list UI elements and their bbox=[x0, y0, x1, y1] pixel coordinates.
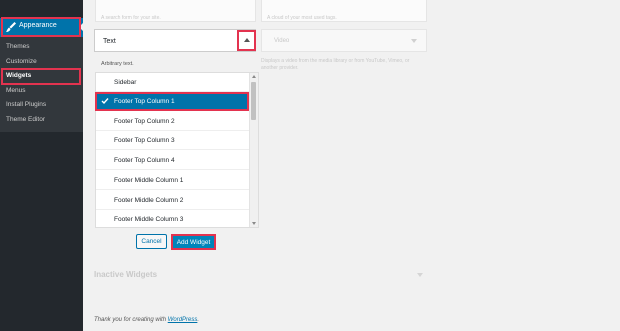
list-item-label: Sidebar bbox=[114, 79, 137, 86]
list-scrollbar[interactable] bbox=[249, 73, 258, 227]
caret-up-icon bbox=[244, 38, 250, 42]
submenu-item-theme-editor[interactable]: Theme Editor bbox=[6, 116, 45, 123]
list-item-label: Footer Middle Column 2 bbox=[114, 197, 184, 204]
list-item[interactable]: Footer Top Column 2 bbox=[96, 112, 250, 131]
caret-down-icon[interactable] bbox=[417, 273, 423, 277]
wordpress-link[interactable]: WordPress bbox=[168, 317, 198, 323]
text-widget-title: Text bbox=[103, 38, 116, 45]
list-item-label: Footer Middle Column 3 bbox=[114, 216, 184, 223]
list-item[interactable]: Footer Top Column 4 bbox=[96, 151, 250, 170]
selected-item-highlight bbox=[95, 92, 249, 111]
text-widget-header[interactable]: Text bbox=[94, 29, 256, 52]
inactive-widgets-title[interactable]: Inactive Widgets bbox=[94, 270, 157, 279]
list-item-label: Footer Top Column 3 bbox=[114, 137, 175, 144]
list-item[interactable]: Sidebar bbox=[96, 73, 250, 92]
video-widget-title: Video bbox=[274, 38, 290, 44]
list-item-label: Footer Top Column 2 bbox=[114, 118, 175, 125]
text-widget-description: Arbitrary text. bbox=[101, 61, 134, 67]
footer-suffix: . bbox=[197, 317, 200, 323]
list-item[interactable]: Footer Top Column 3 bbox=[96, 131, 250, 150]
add-widget-button[interactable]: Add Widget bbox=[171, 234, 216, 250]
widget-toggle-button[interactable] bbox=[237, 30, 256, 51]
list-item-label: Footer Middle Column 1 bbox=[114, 177, 184, 184]
list-item[interactable]: Footer Middle Column 3 bbox=[96, 210, 250, 227]
video-widget-card: Video bbox=[261, 29, 427, 52]
scroll-up-icon[interactable] bbox=[252, 75, 256, 78]
footer-text: Thank you for creating with bbox=[94, 317, 168, 323]
submenu-item-install-plugins[interactable]: Install Plugins bbox=[6, 101, 46, 108]
scroll-thumb[interactable] bbox=[251, 82, 256, 120]
admin-footer: Thank you for creating with WordPress. bbox=[94, 317, 199, 323]
submenu-item-themes[interactable]: Themes bbox=[6, 43, 29, 50]
list-item[interactable]: Footer Middle Column 2 bbox=[96, 191, 250, 210]
appearance-highlight bbox=[1, 17, 81, 37]
admin-sidebar: Appearance Themes Customize Widgets Menu… bbox=[0, 0, 83, 331]
search-widget-desc: A search form for your site. bbox=[101, 15, 161, 21]
tag-cloud-widget-desc: A cloud of your most used tags. bbox=[267, 15, 337, 21]
submenu-item-menus[interactable]: Menus bbox=[6, 87, 26, 94]
list-item-label: Footer Top Column 4 bbox=[114, 157, 175, 164]
video-widget-desc: Displays a video from the media library … bbox=[261, 58, 410, 71]
caret-down-icon bbox=[411, 39, 417, 43]
cancel-button[interactable]: Cancel bbox=[136, 234, 167, 249]
widgets-highlight bbox=[1, 68, 81, 85]
submenu-item-customize[interactable]: Customize bbox=[6, 58, 37, 65]
list-item[interactable]: Footer Middle Column 1 bbox=[96, 171, 250, 190]
scroll-down-icon[interactable] bbox=[252, 222, 256, 225]
